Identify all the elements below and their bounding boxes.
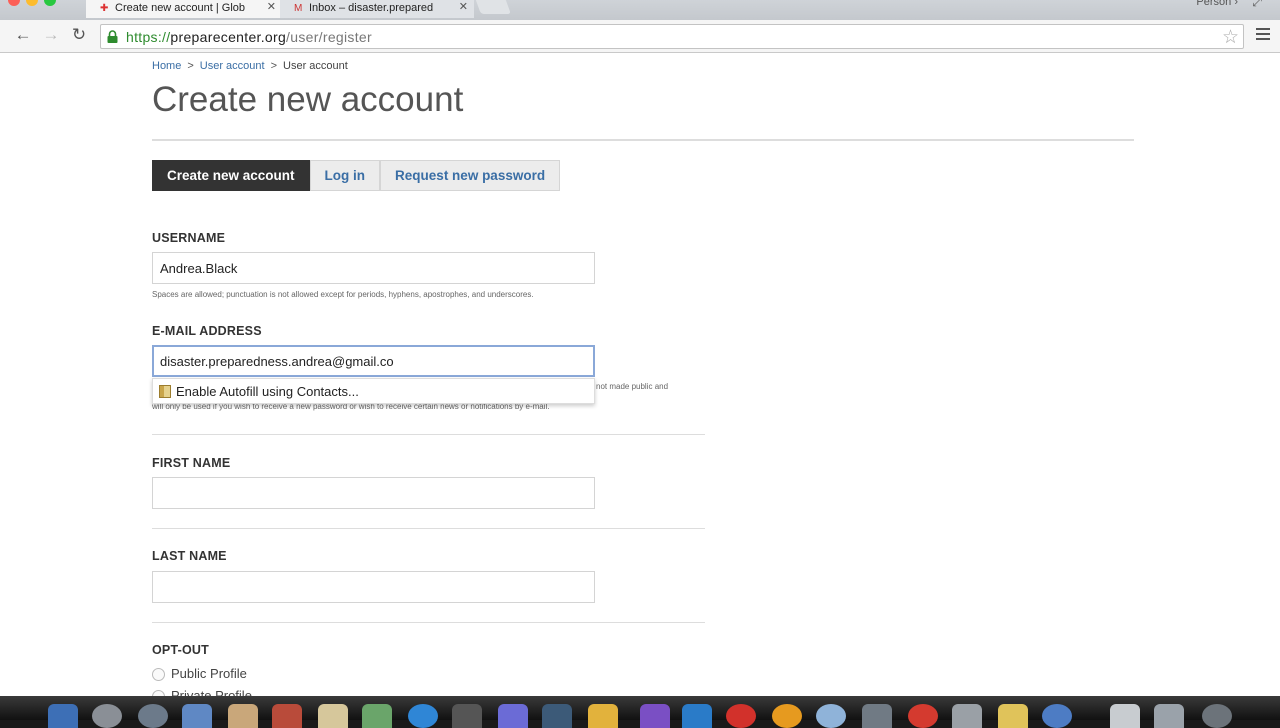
app-icon[interactable] [452,704,482,728]
zoom-window-button[interactable] [44,0,56,6]
reload-button[interactable]: ↻ [68,25,90,45]
finder-icon[interactable] [48,704,78,728]
title-divider [152,139,1134,141]
email-label: E-MAIL ADDRESS [152,324,262,338]
tab-title: Inbox – disaster.prepared [309,2,434,14]
app-icon[interactable] [682,704,712,728]
new-tab-button[interactable] [475,0,511,14]
section-divider [152,434,705,435]
fullscreen-icon[interactable]: ⤢ [1252,0,1262,10]
url-host: preparecenter.org [170,29,287,45]
app-icon[interactable] [542,704,572,728]
tab-title: Create new account | Glob [115,2,246,14]
first-name-label: FIRST NAME [152,456,231,470]
opt-out-label: OPT-OUT [152,643,209,657]
app-icon[interactable] [318,704,348,728]
page-content: Home > User account > User account Create ne… [6,54,1274,696]
minimize-window-button[interactable] [26,0,38,6]
address-bar[interactable]: https://preparecenter.org/user/register … [100,24,1244,49]
app-icon[interactable] [1042,704,1072,728]
browser-tab-inbox[interactable]: M Inbox – disaster.prepared ✕ [280,0,474,18]
app-icon[interactable] [772,704,802,728]
first-name-input[interactable] [152,477,595,509]
tab-log-in[interactable]: Log in [309,160,381,191]
forward-button[interactable]: → [40,25,62,45]
page-title: Create new account [152,80,464,119]
close-tab-icon[interactable]: ✕ [267,0,276,15]
tab-strip: ✚ Create new account | Glob ✕ M Inbox – di… [0,0,1280,20]
username-input[interactable] [152,252,595,284]
email-help: not made public and [596,382,669,391]
app-icon[interactable] [182,704,212,728]
gmail-icon: M [294,3,303,14]
breadcrumb: Home > User account > User account [152,60,348,72]
section-divider [152,622,705,623]
safari-icon[interactable] [408,704,438,728]
tab-create-new-account[interactable]: Create new account [152,160,310,191]
public-profile-label[interactable]: Public Profile [171,666,247,681]
username-label: USERNAME [152,231,226,245]
documents-icon[interactable] [1110,704,1140,728]
trash-icon[interactable] [1202,704,1232,728]
back-button[interactable]: ← [12,25,34,45]
breadcrumb-separator: > [270,60,278,72]
launchpad-icon[interactable] [92,704,122,728]
contacts-book-icon [159,385,171,398]
app-icon[interactable] [816,704,846,728]
email-input[interactable] [152,345,595,377]
autofill-suggestion[interactable]: Enable Autofill using Contacts... [152,378,595,404]
app-icon[interactable] [228,704,258,728]
breadcrumb-user-account[interactable]: User account [200,60,265,72]
app-icon[interactable] [726,704,756,728]
app-icon[interactable] [272,704,302,728]
last-name-input[interactable] [152,571,595,603]
profile-button[interactable]: Person › [1196,0,1238,8]
lock-icon [107,30,118,43]
private-profile-label[interactable]: Private Profile [171,688,252,696]
app-icon[interactable] [862,704,892,728]
downloads-icon[interactable] [1154,704,1184,728]
breadcrumb-home[interactable]: Home [152,60,181,72]
url-path: /user/register [286,29,372,45]
public-profile-radio[interactable] [152,668,165,681]
breadcrumb-current: User account [283,60,348,72]
section-divider [152,528,705,529]
browser-tab-create-account[interactable]: ✚ Create new account | Glob ✕ [86,0,282,18]
system-preferences-icon[interactable] [138,704,168,728]
account-tabs: Create new account Log in Request new pa… [152,160,561,191]
app-icon[interactable] [498,704,528,728]
bookmark-star-icon[interactable]: ☆ [1222,26,1239,49]
profile-name: Person [1196,0,1232,8]
cross-icon: ✚ [100,3,109,14]
close-tab-icon[interactable]: ✕ [459,0,468,15]
username-help: Spaces are allowed; punctuation is not a… [152,290,534,299]
close-window-button[interactable] [8,0,20,6]
url-scheme: https:// [126,29,171,45]
app-icon[interactable] [588,704,618,728]
app-icon[interactable] [640,704,670,728]
app-icon[interactable] [998,704,1028,728]
breadcrumb-separator: > [187,60,194,72]
tab-request-new-password[interactable]: Request new password [380,160,561,191]
url-text: https://preparecenter.org/user/register [126,29,372,45]
app-icon[interactable] [952,704,982,728]
dock [0,696,1280,728]
app-icon[interactable] [362,704,392,728]
browser-menu-icon[interactable] [1256,28,1270,43]
app-icon[interactable] [908,704,938,728]
browser-window: ✚ Create new account | Glob ✕ M Inbox – di… [0,0,1280,696]
browser-toolbar: ← → ↻ https://preparecenter.org/user/reg… [0,20,1280,53]
autofill-label: Enable Autofill using Contacts... [176,384,359,399]
last-name-label: LAST NAME [152,549,227,563]
